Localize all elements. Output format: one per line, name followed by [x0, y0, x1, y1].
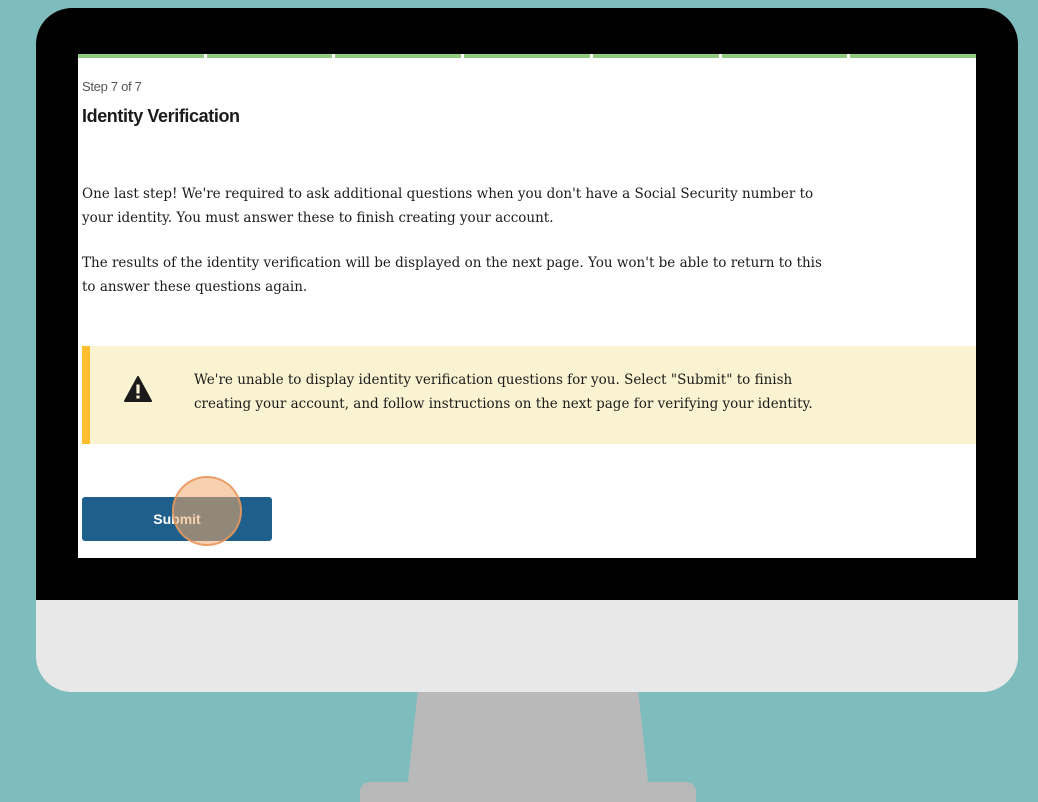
monitor-frame: Step 7 of 7 Identity Verification One la… [36, 8, 1018, 692]
monitor-chin [36, 600, 1018, 692]
page-title: Identity Verification [82, 106, 240, 126]
warning-icon [124, 376, 152, 402]
alert-message: We're unable to display identity verific… [194, 368, 813, 416]
progress-segment [592, 54, 719, 58]
click-indicator [172, 476, 242, 546]
monitor-stand-neck [408, 692, 648, 782]
results-paragraph-line: The results of the identity verification… [82, 255, 822, 271]
step-indicator: Step 7 of 7 [82, 79, 142, 94]
progress-segment [464, 54, 590, 58]
results-paragraph: The results of the identity verification… [82, 251, 976, 299]
progress-segment [335, 54, 462, 58]
intro-paragraph-line: One last step! We're required to ask add… [82, 186, 814, 202]
intro-paragraph: One last step! We're required to ask add… [82, 182, 976, 230]
alert-message-line: creating your account, and follow instru… [194, 396, 813, 412]
results-paragraph-line: to answer these questions again. [82, 279, 308, 295]
progress-bar [78, 54, 976, 59]
monitor-bezel: Step 7 of 7 Identity Verification One la… [36, 8, 1018, 600]
warning-alert: We're unable to display identity verific… [82, 346, 976, 444]
intro-paragraph-line: your identity. You must answer these to … [82, 210, 554, 226]
alert-message-line: We're unable to display identity verific… [194, 372, 793, 388]
screen: Step 7 of 7 Identity Verification One la… [78, 54, 976, 558]
monitor-stand-base [360, 782, 696, 802]
progress-segment [850, 54, 976, 58]
progress-segment [721, 54, 848, 58]
progress-segment [206, 54, 333, 58]
progress-segment [78, 54, 204, 58]
